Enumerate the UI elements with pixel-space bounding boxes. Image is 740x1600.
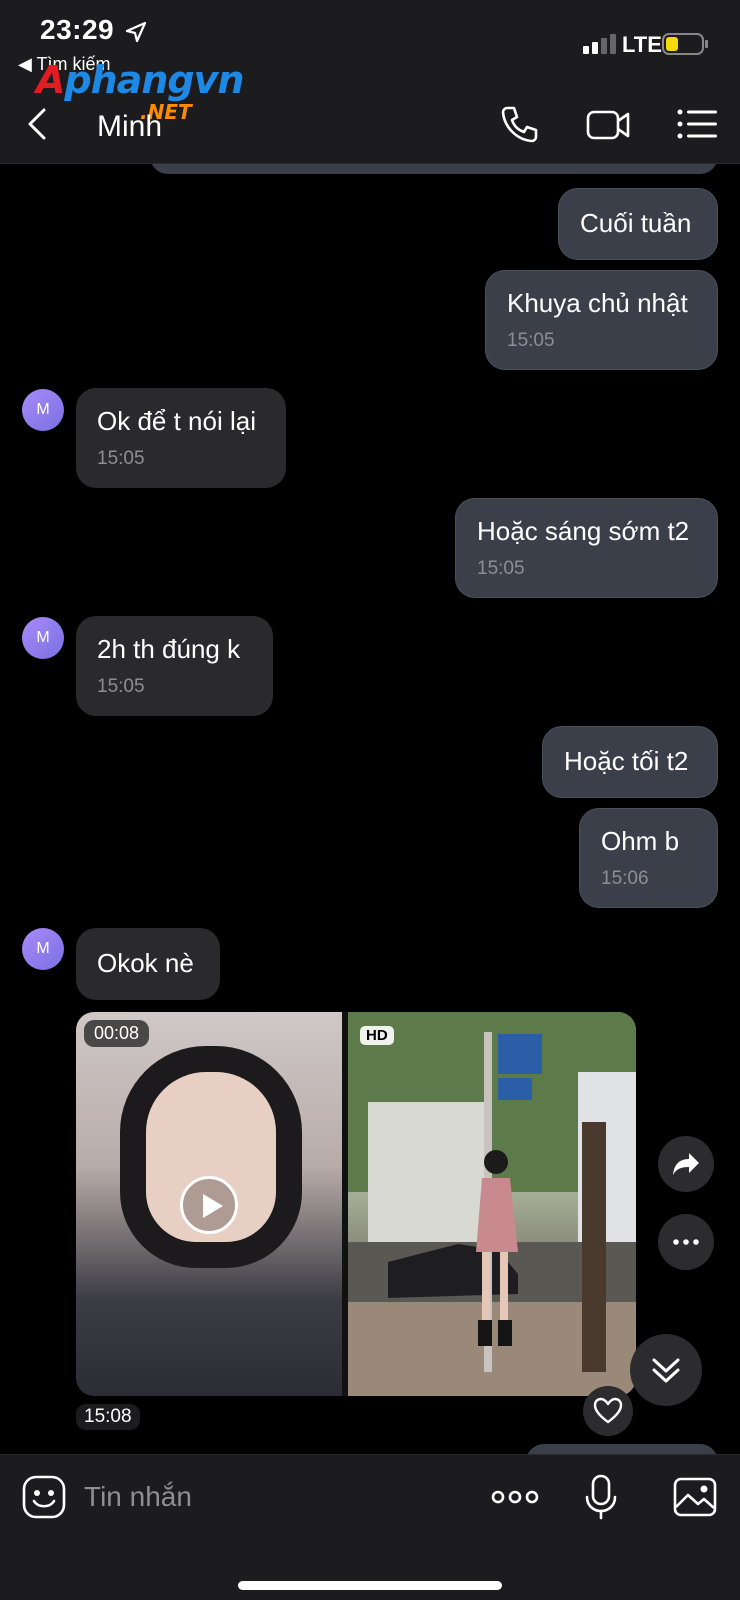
watermark-logo: Aphangvn (36, 58, 244, 102)
battery-icon (662, 33, 708, 55)
message-text: 2h th đúng k (97, 634, 241, 665)
message-bubble-outgoing[interactable]: Hoặc tối t2 (542, 726, 718, 798)
scroll-to-bottom-button[interactable] (630, 1334, 702, 1406)
play-icon[interactable] (180, 1176, 238, 1234)
message-text: Hoặc sáng sớm t2 (477, 516, 690, 547)
double-chevron-down-icon (652, 1358, 680, 1383)
partial-message-bubble (526, 1444, 718, 1454)
gallery-icon[interactable] (672, 1473, 718, 1521)
message-time: 15:05 (507, 329, 555, 351)
message-bubble-outgoing[interactable]: Ohm b 15:06 (579, 808, 718, 908)
home-indicator (238, 1581, 502, 1590)
forward-button[interactable] (658, 1136, 714, 1192)
media-message[interactable]: 00:08 HD (76, 1012, 636, 1396)
back-icon[interactable] (22, 106, 52, 142)
network-type: LTE (622, 32, 662, 57)
conversation-title[interactable]: Minh (97, 110, 162, 144)
menu-icon[interactable] (676, 104, 720, 144)
video-duration-badge: 00:08 (84, 1020, 150, 1047)
partial-message-bubble (150, 164, 718, 174)
message-input[interactable]: Tin nhắn (84, 1481, 192, 1513)
message-bubble-outgoing[interactable]: Hoặc sáng sớm t2 15:05 (455, 498, 718, 598)
hd-badge: HD (360, 1026, 394, 1045)
sticker-icon[interactable] (20, 1473, 68, 1521)
more-dots-icon (673, 1239, 699, 1245)
microphone-icon[interactable] (584, 1473, 618, 1521)
avatar[interactable]: M (22, 617, 64, 659)
more-options-button[interactable] (658, 1214, 714, 1270)
forward-icon (673, 1153, 699, 1175)
avatar[interactable]: M (22, 928, 64, 970)
message-bubble-outgoing[interactable]: Cuối tuần (558, 188, 718, 260)
message-bubble-outgoing[interactable]: Khuya chủ nhật 15:05 (485, 270, 718, 370)
phone-icon[interactable] (498, 104, 542, 144)
message-time: 15:05 (97, 675, 145, 697)
video-thumbnail[interactable] (76, 1012, 342, 1396)
message-text: Okok nè (97, 948, 194, 979)
message-text: Khuya chủ nhật (507, 288, 688, 319)
message-bubble-incoming[interactable]: Ok để t nói lại 15:05 (76, 388, 286, 488)
video-call-icon[interactable] (586, 104, 630, 144)
react-button[interactable] (583, 1386, 633, 1436)
message-list[interactable]: Cuối tuần Khuya chủ nhật 15:05 M Ok để t… (0, 164, 740, 1454)
avatar[interactable]: M (22, 389, 64, 431)
message-text: Hoặc tối t2 (564, 746, 689, 777)
more-actions-icon[interactable] (490, 1473, 540, 1521)
message-text: Cuối tuần (580, 208, 692, 239)
status-time: 23:29 (40, 14, 115, 45)
signal-strength-icon (583, 34, 616, 54)
message-input-bar: Tin nhắn (0, 1454, 740, 1600)
message-bubble-incoming[interactable]: 2h th đúng k 15:05 (76, 616, 273, 716)
location-arrow-icon (125, 21, 147, 43)
message-text: Ohm b (601, 826, 680, 857)
message-time: 15:08 (76, 1404, 140, 1430)
street-photo-illustration (348, 1012, 636, 1396)
message-time: 15:05 (97, 447, 145, 469)
top-bar: 23:29 ◀ Tìm kiếm LTE Aphangvn .NET Minh (0, 0, 740, 164)
message-time: 15:05 (477, 557, 525, 579)
heart-icon (593, 1397, 623, 1424)
message-time: 15:06 (601, 867, 649, 889)
photo-thumbnail[interactable] (348, 1012, 636, 1396)
message-text: Ok để t nói lại (97, 406, 256, 437)
message-bubble-incoming[interactable]: Okok nè (76, 928, 220, 1000)
